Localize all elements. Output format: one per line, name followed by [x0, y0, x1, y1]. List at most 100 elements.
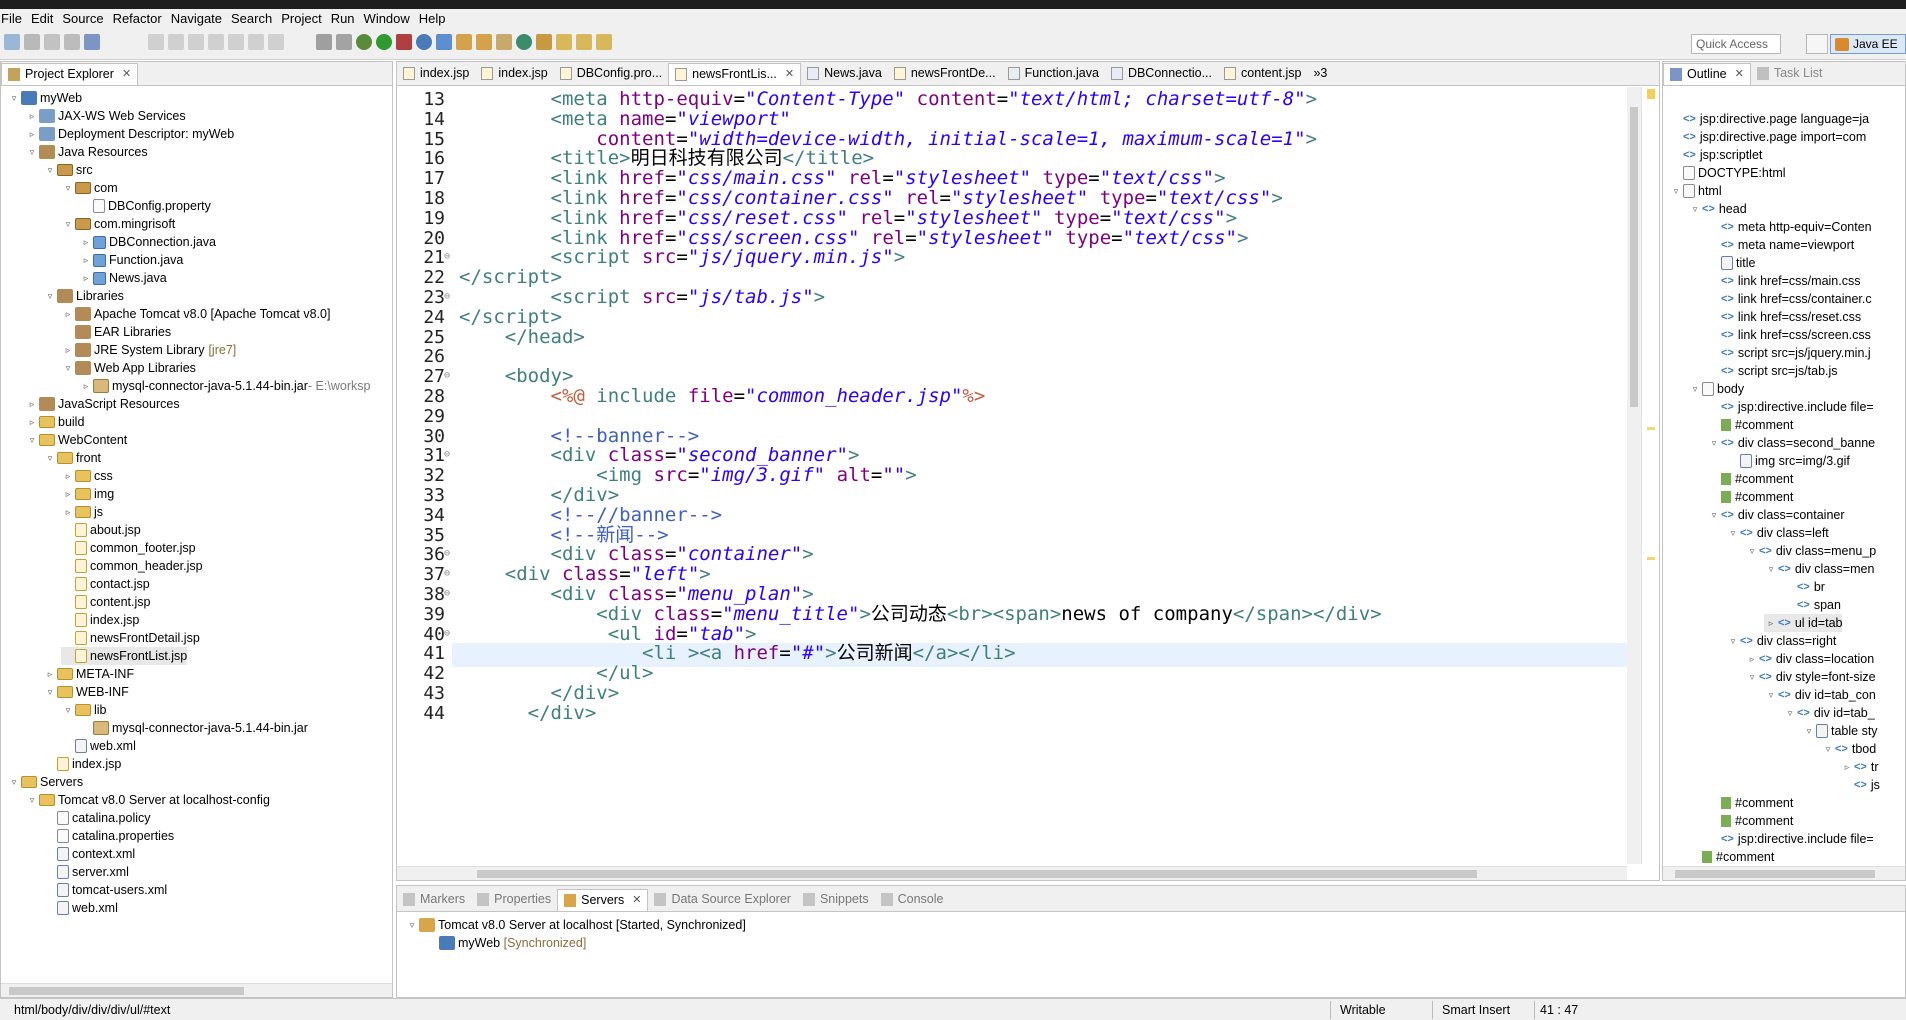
step-over-icon[interactable]: [248, 34, 264, 50]
scroll-thumb[interactable]: [9, 987, 244, 995]
print-icon[interactable]: [64, 34, 80, 50]
tree-item[interactable]: EAR Libraries: [61, 323, 171, 341]
expand-icon[interactable]: ▹: [79, 381, 93, 392]
fold-icon[interactable]: ⊖: [444, 628, 450, 639]
terminate-icon[interactable]: [188, 34, 204, 50]
outline-item[interactable]: <> meta http-equiv=Conten: [1707, 218, 1872, 236]
skip-breakpoints-icon[interactable]: [84, 34, 100, 50]
resume-icon[interactable]: [148, 34, 164, 50]
collapse-icon[interactable]: ▿: [1764, 564, 1778, 575]
editor-tab[interactable]: content.jsp: [1218, 63, 1307, 85]
open-perspective-button[interactable]: [1806, 34, 1828, 54]
editor-tab[interactable]: newsFrontLis... ✕: [668, 63, 802, 85]
annotation-icon[interactable]: [536, 34, 552, 50]
last-edit-icon[interactable]: [556, 34, 572, 50]
tree-item[interactable]: newsFrontDetail.jsp: [61, 629, 200, 647]
outline-item[interactable]: ▿ <> div id=tab_: [1783, 704, 1875, 722]
save-icon[interactable]: [24, 34, 40, 50]
collapse-icon[interactable]: ▿: [61, 219, 75, 230]
outline-item[interactable]: ▿ <> div class=left: [1726, 524, 1829, 542]
tree-item[interactable]: ▿ Libraries: [43, 287, 124, 305]
new-server-icon[interactable]: [416, 34, 432, 50]
fold-icon[interactable]: ⊖: [444, 370, 450, 381]
open-task-icon[interactable]: [476, 34, 492, 50]
fold-icon[interactable]: ⊖: [444, 251, 450, 262]
tree-item[interactable]: ▹ DBConnection.java: [79, 233, 216, 251]
collapse-icon[interactable]: ▿: [1802, 726, 1816, 737]
collapse-icon[interactable]: ▿: [1669, 186, 1683, 197]
menu-edit[interactable]: Edit: [30, 11, 61, 26]
expand-icon[interactable]: ▹: [61, 507, 75, 518]
tree-item[interactable]: ▿ WEB-INF: [43, 683, 129, 701]
tab-servers[interactable]: Servers ✕: [557, 889, 649, 911]
outline-item[interactable]: ▿ <> div style=font-size: [1745, 668, 1876, 686]
collapse-icon[interactable]: ▿: [1688, 204, 1702, 215]
editor-tab[interactable]: index.jsp: [397, 63, 475, 85]
outline-item[interactable]: ▹ <> tr: [1840, 758, 1879, 776]
more-tabs-button[interactable]: »3: [1307, 63, 1333, 85]
expand-icon[interactable]: ▹: [25, 129, 39, 140]
editor-tab[interactable]: newsFrontDe...: [888, 63, 1002, 85]
tab-project-explorer[interactable]: Project Explorer ✕: [1, 63, 139, 85]
menu-run[interactable]: Run: [330, 11, 363, 26]
collapse-icon[interactable]: ▿: [43, 687, 57, 698]
close-icon[interactable]: ✕: [632, 893, 641, 906]
outline-item[interactable]: ▿ table sty: [1802, 722, 1878, 740]
collapse-icon[interactable]: ▿: [25, 147, 39, 158]
outline-item[interactable]: <> link href=css/screen.css: [1707, 326, 1871, 344]
outline-item[interactable]: DOCTYPE:html: [1669, 164, 1786, 182]
outline-item[interactable]: ▿ <> div class=second_banne: [1707, 434, 1875, 452]
tree-item[interactable]: web.xml: [61, 737, 136, 755]
outline-item[interactable]: ▿ <> div class=men: [1764, 560, 1875, 578]
outline-item[interactable]: #comment: [1707, 416, 1793, 434]
search-icon[interactable]: [496, 34, 512, 50]
toggle-editor-icon[interactable]: [316, 34, 332, 50]
editor-tab[interactable]: DBConnectio...: [1105, 63, 1218, 85]
collapse-icon[interactable]: ▿: [1726, 528, 1740, 539]
tree-item[interactable]: ▹ img: [61, 485, 114, 503]
collapse-icon[interactable]: ▿: [43, 165, 57, 176]
expand-icon[interactable]: ▹: [1840, 762, 1854, 773]
tree-item[interactable]: mysql-connector-java-5.1.44-bin.jar: [79, 719, 308, 737]
outline-item[interactable]: ▹ <> ul id=tab: [1764, 614, 1843, 632]
tree-item[interactable]: server.xml: [43, 863, 129, 881]
expand-icon[interactable]: ▹: [25, 111, 39, 122]
new-icon[interactable]: [4, 34, 20, 50]
collapse-icon[interactable]: ▿: [1726, 636, 1740, 647]
collapse-icon[interactable]: ▿: [1745, 672, 1759, 683]
tree-item[interactable]: ▹ Deployment Descriptor: myWeb: [25, 125, 234, 143]
collapse-icon[interactable]: ▿: [1821, 744, 1835, 755]
menu-window[interactable]: Window: [363, 11, 418, 26]
tree-item[interactable]: catalina.properties: [43, 827, 174, 845]
tree-item[interactable]: ▹ js: [61, 503, 103, 521]
menu-help[interactable]: Help: [418, 11, 454, 26]
server-row[interactable]: ▿ Tomcat v8.0 Server at localhost [Start…: [405, 918, 746, 932]
expand-icon[interactable]: ▹: [79, 255, 93, 266]
tree-item[interactable]: ▿ com: [61, 179, 118, 197]
tree-item[interactable]: ▿ lib: [61, 701, 107, 719]
fold-icon[interactable]: ⊖: [444, 568, 450, 579]
tree-item[interactable]: ▹ css: [61, 467, 113, 485]
outline-item[interactable]: #comment: [1707, 794, 1793, 812]
step-return-icon[interactable]: [268, 34, 284, 50]
tree-item[interactable]: index.jsp: [43, 755, 121, 773]
expand-icon[interactable]: ▹: [61, 309, 75, 320]
tab-markers[interactable]: Markers: [397, 889, 471, 911]
suspend-icon[interactable]: [168, 34, 184, 50]
outline-item[interactable]: ▿ <> div class=right: [1726, 632, 1837, 650]
tree-item[interactable]: contact.jsp: [61, 575, 150, 593]
outline-item[interactable]: <> jsp:directive.page import=com: [1669, 128, 1866, 146]
tree-item[interactable]: tomcat-users.xml: [43, 881, 167, 899]
close-icon[interactable]: ✕: [1735, 67, 1744, 80]
tree-item[interactable]: ▿ Servers: [7, 773, 83, 791]
tree-item[interactable]: ▿ myWeb: [7, 89, 82, 107]
tree-item[interactable]: ▿ WebContent: [25, 431, 128, 449]
tree-item[interactable]: ▿ com.mingrisoft: [61, 215, 176, 233]
tree-item[interactable]: ▹ News.java: [79, 269, 167, 287]
collapse-icon[interactable]: ▿: [7, 777, 21, 788]
collapse-icon[interactable]: ▿: [1783, 708, 1797, 719]
outline-item[interactable]: ▿ html: [1669, 182, 1722, 200]
tree-item[interactable]: ▹ META-INF: [43, 665, 134, 683]
editor-tab[interactable]: News.java: [801, 63, 888, 85]
fold-icon[interactable]: ⊖: [444, 291, 450, 302]
